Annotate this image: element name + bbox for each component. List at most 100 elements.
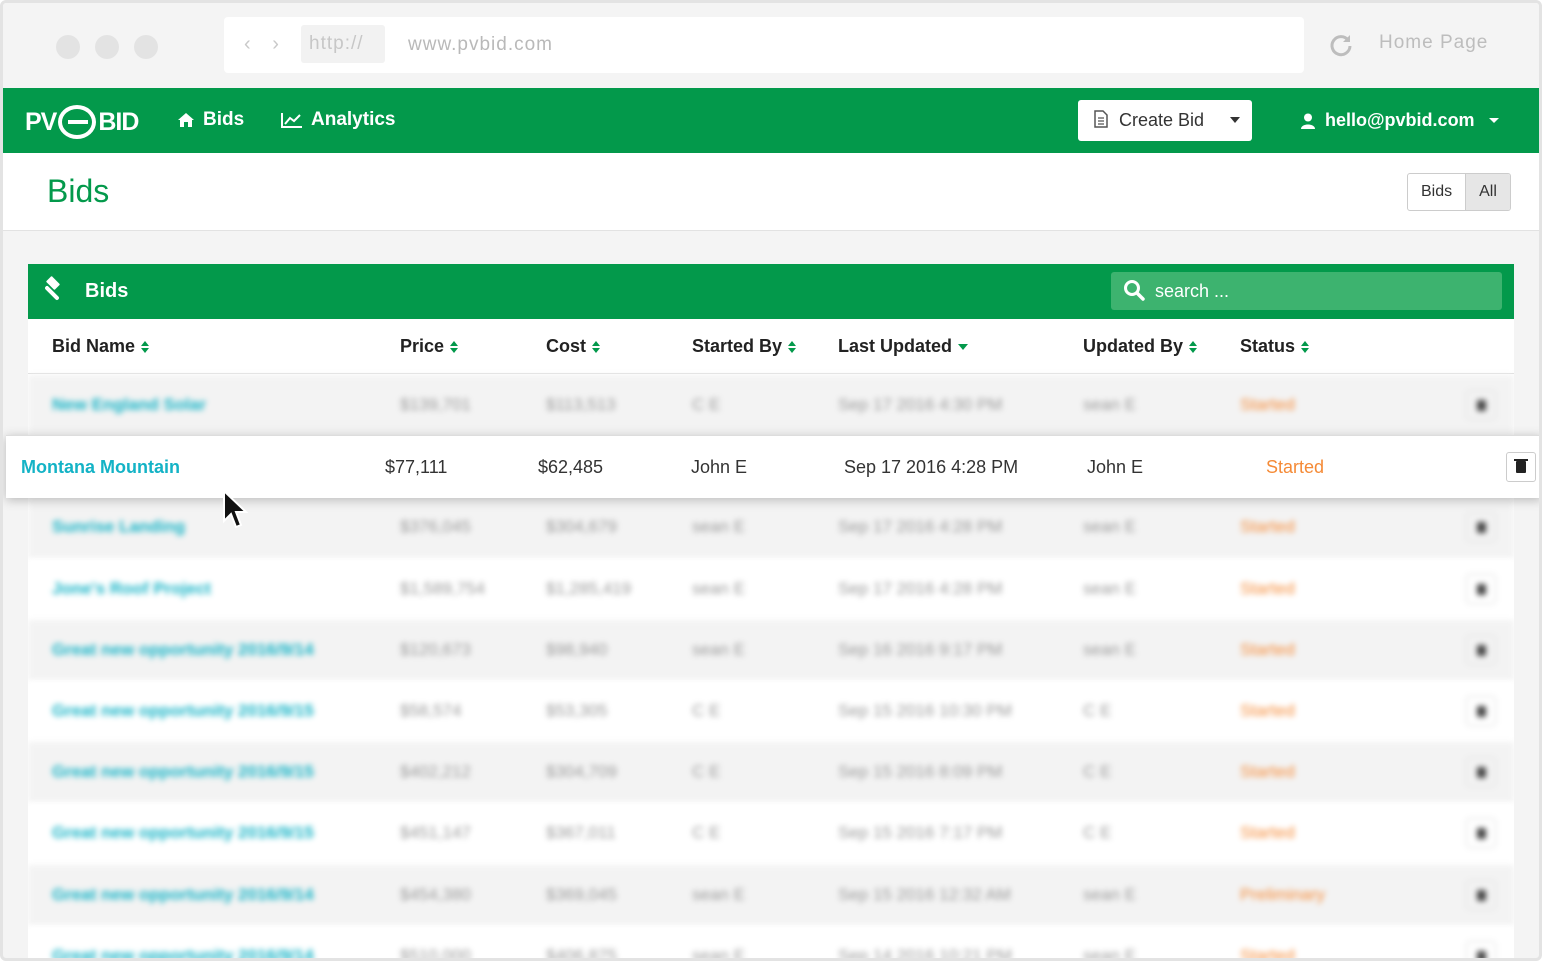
trash-icon[interactable]	[1466, 818, 1496, 849]
trash-icon[interactable]	[1466, 757, 1496, 788]
bid-name-link[interactable]: Great new opportunity 2016/9/15	[52, 762, 314, 782]
mouse-cursor-icon	[223, 489, 249, 529]
sort-icon	[141, 340, 150, 353]
bid-status: Started	[1240, 517, 1295, 537]
nav-bids-label: Bids	[203, 109, 245, 130]
bid-cost: $406,875	[546, 945, 617, 961]
table-row[interactable]: Great new opportunity 2016/9/14 $454,380 $…	[28, 864, 1514, 926]
back-forward-icon[interactable]: ‹ ›	[244, 33, 287, 56]
bid-name-link[interactable]: Sunrise Landing	[52, 517, 185, 537]
col-header-started-by[interactable]: Started By	[692, 336, 797, 357]
bid-updated-by: sean E	[1083, 578, 1136, 598]
bid-name-link[interactable]: Great new opportunity 2016/9/14	[52, 946, 314, 958]
bid-last-updated: Sep 17 2016 4:28 PM	[838, 578, 1003, 598]
bid-status: Preliminary	[1240, 884, 1326, 904]
col-header-cost[interactable]: Cost	[546, 336, 600, 357]
url-text[interactable]: www.pvbid.com	[408, 17, 553, 73]
home-page-link[interactable]: Home Page	[1379, 32, 1488, 54]
bid-price: $77,111	[385, 457, 448, 477]
toggle-bids[interactable]: Bids	[1408, 174, 1465, 210]
bid-price: $376,045	[400, 517, 471, 537]
user-email: hello@pvbid.com	[1325, 110, 1475, 130]
col-header-price[interactable]: Price	[400, 336, 459, 357]
toggle-all[interactable]: All	[1465, 174, 1510, 210]
col-header-last-updated[interactable]: Last Updated	[838, 336, 969, 357]
trash-icon[interactable]	[1466, 573, 1496, 604]
bid-status: Started	[1240, 639, 1295, 659]
nav-bids-link[interactable]: Bids	[177, 109, 244, 131]
bid-last-updated: Sep 16 2016 9:17 PM	[838, 639, 1003, 659]
bid-name-link[interactable]: Great new opportunity 2016/9/15	[52, 823, 314, 843]
panel-title: Bids	[85, 280, 129, 302]
bid-last-updated: Sep 15 2016 10:30 PM	[838, 700, 1012, 720]
table-row[interactable]: New England Solar $139,701 $113,513 C E Sep …	[28, 375, 1514, 437]
trash-icon[interactable]	[1506, 452, 1536, 482]
bid-price: $451,147	[400, 823, 471, 843]
bid-last-updated: Sep 15 2016 7:17 PM	[838, 823, 1003, 843]
trash-icon[interactable]	[1466, 695, 1496, 726]
trash-icon[interactable]	[1466, 390, 1496, 420]
bid-last-updated: Sep 15 2016 12:32 AM	[838, 884, 1011, 904]
col-header-bid-name[interactable]: Bid Name	[52, 336, 150, 357]
bid-price: $1,589,754	[400, 578, 486, 598]
browser-window: ‹ › http:// www.pvbid.com Home Page PV B…	[0, 0, 1542, 961]
page-header: Bids Bids All	[3, 153, 1539, 231]
bid-updated-by: sean E	[1083, 517, 1136, 537]
trash-icon[interactable]	[1466, 512, 1496, 543]
table-row[interactable]: Great new opportunity 2016/9/14 $120,673 $…	[28, 619, 1514, 681]
sort-icon	[1301, 340, 1310, 353]
bid-cost: $304,709	[546, 762, 617, 782]
bid-name-link[interactable]: Jone's Roof Project	[52, 579, 211, 599]
home-icon	[178, 113, 194, 127]
bid-status: Started	[1240, 700, 1295, 720]
bid-updated-by: John E	[1087, 457, 1144, 477]
bid-name-link[interactable]: Great new opportunity 2016/9/15	[52, 701, 314, 721]
bid-started-by: sean E	[692, 639, 745, 659]
table-row[interactable]: Jone's Roof Project $1,589,754 $1,285,419 s…	[28, 558, 1514, 620]
bid-updated-by: sean E	[1083, 639, 1136, 659]
bid-updated-by: sean E	[1083, 395, 1136, 414]
user-menu[interactable]: hello@pvbid.com	[1301, 110, 1499, 131]
search-box	[1111, 272, 1502, 310]
search-icon	[1123, 279, 1145, 306]
bid-name-link[interactable]: Great new opportunity 2016/9/14	[52, 640, 314, 660]
bid-cost: $1,285,419	[546, 578, 632, 598]
bid-cost: $98,940	[546, 639, 608, 659]
create-bid-button[interactable]: Create Bid	[1078, 100, 1252, 141]
col-header-updated-by[interactable]: Updated By	[1083, 336, 1198, 357]
create-bid-label: Create Bid	[1119, 110, 1205, 130]
address-bar[interactable]: ‹ › http:// www.pvbid.com	[224, 17, 1304, 73]
url-protocol: http://	[301, 25, 385, 63]
bid-name-link[interactable]: Montana Mountain	[21, 457, 180, 478]
trash-icon[interactable]	[1466, 634, 1496, 665]
table-row[interactable]: Sunrise Landing $376,045 $304,679 sean E Sep…	[28, 497, 1514, 559]
sort-icon	[592, 340, 600, 353]
pvbid-logo[interactable]: PV BID	[25, 105, 139, 139]
table-row[interactable]: Great new opportunity 2016/9/14 $510,000 $…	[28, 925, 1514, 961]
bid-name-link[interactable]: Great new opportunity 2016/9/14	[52, 885, 314, 905]
bid-status: Started	[1240, 395, 1295, 414]
bid-updated-by: C E	[1083, 762, 1112, 782]
window-minimize-dot[interactable]	[95, 35, 119, 59]
chevron-down-icon[interactable]	[1230, 117, 1240, 123]
table-row[interactable]: Great new opportunity 2016/9/15 $402,212 $…	[28, 742, 1514, 804]
trash-icon[interactable]	[1466, 940, 1496, 958]
bid-name-link[interactable]: New England Solar	[52, 395, 206, 415]
window-maximize-dot[interactable]	[134, 35, 158, 59]
table-row[interactable]: Great new opportunity 2016/9/15 $58,574 $5…	[28, 680, 1514, 743]
bid-updated-by: sean E	[1083, 945, 1136, 961]
bid-last-updated: Sep 14 2016 10:21 PM	[838, 945, 1012, 961]
reload-icon[interactable]	[1328, 32, 1354, 58]
bid-price: $139,701	[400, 395, 471, 414]
window-close-dot[interactable]	[56, 35, 80, 59]
bid-last-updated: Sep 17 2016 4:30 PM	[838, 395, 1003, 414]
nav-analytics-link[interactable]: Analytics	[281, 109, 395, 131]
bids-filter-toggle: Bids All	[1407, 173, 1511, 211]
chevron-down-icon	[1488, 118, 1499, 123]
col-header-status[interactable]: Status	[1240, 336, 1310, 357]
trash-icon[interactable]	[1466, 879, 1496, 910]
search-input[interactable]	[1155, 272, 1485, 310]
user-icon	[1301, 113, 1315, 129]
bid-updated-by: sean E	[1083, 884, 1136, 904]
table-row[interactable]: Great new opportunity 2016/9/15 $451,147 $…	[28, 803, 1514, 865]
